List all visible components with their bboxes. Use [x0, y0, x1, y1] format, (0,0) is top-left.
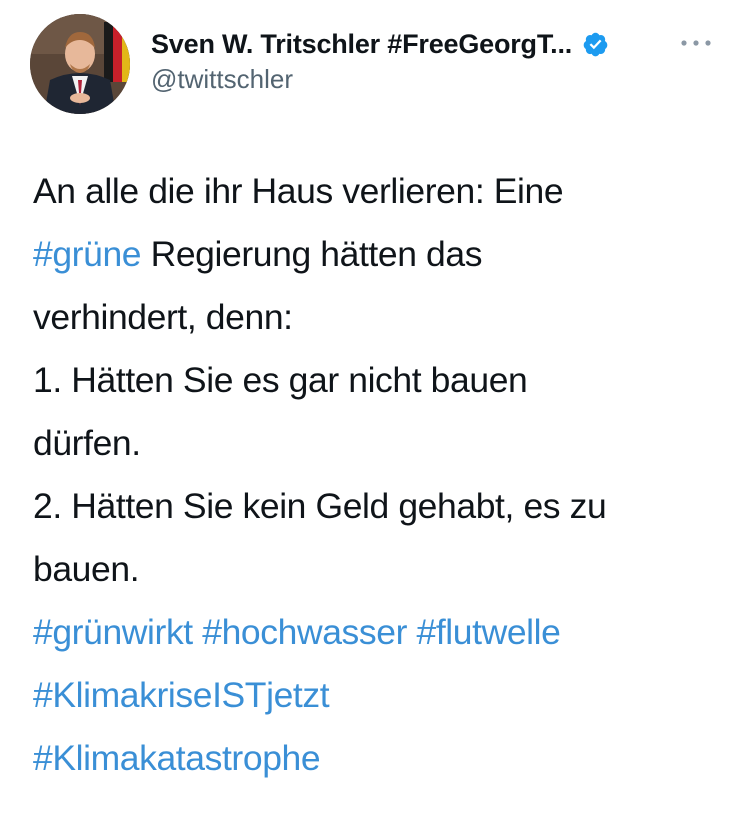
tweet-text: An alle die ihr Haus verlieren: Eine #gr…	[33, 160, 723, 790]
user-name-row: Sven W. Tritschler #FreeGeorgT...	[151, 26, 609, 62]
tweet-text-segment: An alle die ihr Haus verlieren: Eine	[33, 171, 564, 211]
tweet-line: 2. Hätten Sie kein Geld gehabt, es zu	[33, 475, 723, 538]
verified-badge-icon	[582, 31, 609, 58]
tweet-line: bauen.	[33, 538, 723, 601]
avatar-image	[30, 14, 130, 114]
tweet-text-segment: bauen.	[33, 549, 140, 589]
tweet-card: Sven W. Tritschler #FreeGeorgT... @twitt…	[0, 0, 750, 814]
tweet-line: dürfen.	[33, 412, 723, 475]
hashtag-link[interactable]: #KlimakriseISTjetzt	[33, 675, 330, 715]
tweet-line: #grünwirkt #hochwasser #flutwelle	[33, 601, 723, 664]
avatar[interactable]	[30, 14, 130, 114]
tweet-text-segment: verhindert, denn:	[33, 297, 293, 337]
hashtag-link[interactable]: #hochwasser	[202, 612, 407, 652]
tweet-text-segment: Regierung hätten das	[141, 234, 483, 274]
hashtag-link[interactable]: #grüne	[33, 234, 142, 274]
tweet-line: An alle die ihr Haus verlieren: Eine	[33, 160, 723, 223]
hashtag-link[interactable]: #Klimakatastrophe	[33, 738, 321, 778]
user-handle[interactable]: @twittschler	[151, 64, 293, 95]
hashtag-link[interactable]: #flutwelle	[416, 612, 560, 652]
tweet-line: 1. Hätten Sie es gar nicht bauen	[33, 349, 723, 412]
tweet-text-segment: dürfen.	[33, 423, 141, 463]
more-options-icon[interactable]	[676, 28, 716, 58]
hashtag-link[interactable]: #grünwirkt	[33, 612, 193, 652]
tweet-text-segment: 2. Hätten Sie kein Geld gehabt, es zu	[33, 486, 607, 526]
tweet-line: verhindert, denn:	[33, 286, 723, 349]
display-name[interactable]: Sven W. Tritschler #FreeGeorgT...	[151, 29, 572, 60]
tweet-line: #grüne Regierung hätten das	[33, 223, 723, 286]
tweet-line: #Klimakatastrophe	[33, 727, 723, 790]
tweet-line: #KlimakriseISTjetzt	[33, 664, 723, 727]
tweet-text-segment: 1. Hätten Sie es gar nicht bauen	[33, 360, 528, 400]
